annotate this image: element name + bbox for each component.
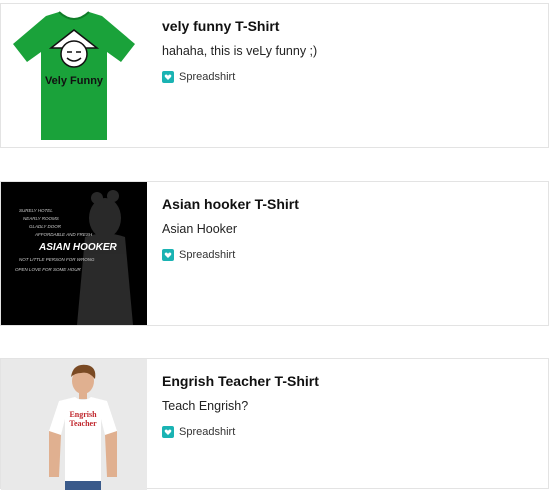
green-tshirt-image: Vely Funny (1, 4, 147, 147)
shop-name: Spreadshirt (179, 249, 236, 261)
shop-link[interactable]: Spreadshirt (162, 70, 235, 84)
black-shirt-print-image: SURELY HOTEL NEARLY ROOMS GLADLY DOOR AF… (1, 182, 147, 325)
heart-in-box-icon (162, 426, 174, 438)
heart-in-box-icon (162, 249, 174, 261)
product-card-engrish-teacher[interactable]: Engrish Teacher Engrish Teacher T-Shirt … (0, 358, 549, 490)
product-title[interactable]: Engrish Teacher T-Shirt (162, 373, 319, 389)
product-image[interactable]: SURELY HOTEL NEARLY ROOMS GLADLY DOOR AF… (1, 182, 147, 325)
heart-in-box-icon (162, 71, 174, 83)
shop-name: Spreadshirt (179, 71, 236, 83)
product-title[interactable]: Asian hooker T-Shirt (162, 196, 299, 212)
model-tshirt-image: Engrish Teacher (1, 359, 147, 490)
product-title[interactable]: vely funny T-Shirt (162, 18, 279, 34)
shirt-print-text: Teacher (69, 419, 97, 428)
print-line: SURELY HOTEL (19, 208, 53, 213)
print-line: NOT LITTLE PERSON FOR WRONG (19, 257, 95, 262)
print-line: GLADLY DOOR (29, 224, 62, 229)
shop-link[interactable]: Spreadshirt (162, 425, 235, 439)
product-description: Asian Hooker (162, 222, 238, 236)
print-line: AFFORDABLE AND FRESH (34, 232, 93, 237)
shirt-print-text: Engrish (69, 410, 97, 419)
product-description: Teach Engrish? (162, 399, 249, 413)
shirt-print-text: ASIAN HOOKER (38, 242, 118, 253)
shirt-print-text: Vely Funny (45, 75, 104, 87)
print-line: OPEN LOVE FOR SOME HOUR (15, 267, 82, 272)
print-line: NEARLY ROOMS (23, 216, 59, 221)
product-image[interactable]: Vely Funny (1, 4, 147, 147)
product-card-asian-hooker[interactable]: SURELY HOTEL NEARLY ROOMS GLADLY DOOR AF… (0, 181, 549, 326)
product-description: hahaha, this is veLy funny ;) (162, 44, 318, 58)
shop-name: Spreadshirt (179, 426, 236, 438)
shop-link[interactable]: Spreadshirt (162, 248, 235, 262)
product-card-vely-funny[interactable]: Vely Funny vely funny T-Shirt hahaha, th… (0, 3, 549, 148)
product-image[interactable]: Engrish Teacher (1, 359, 147, 490)
